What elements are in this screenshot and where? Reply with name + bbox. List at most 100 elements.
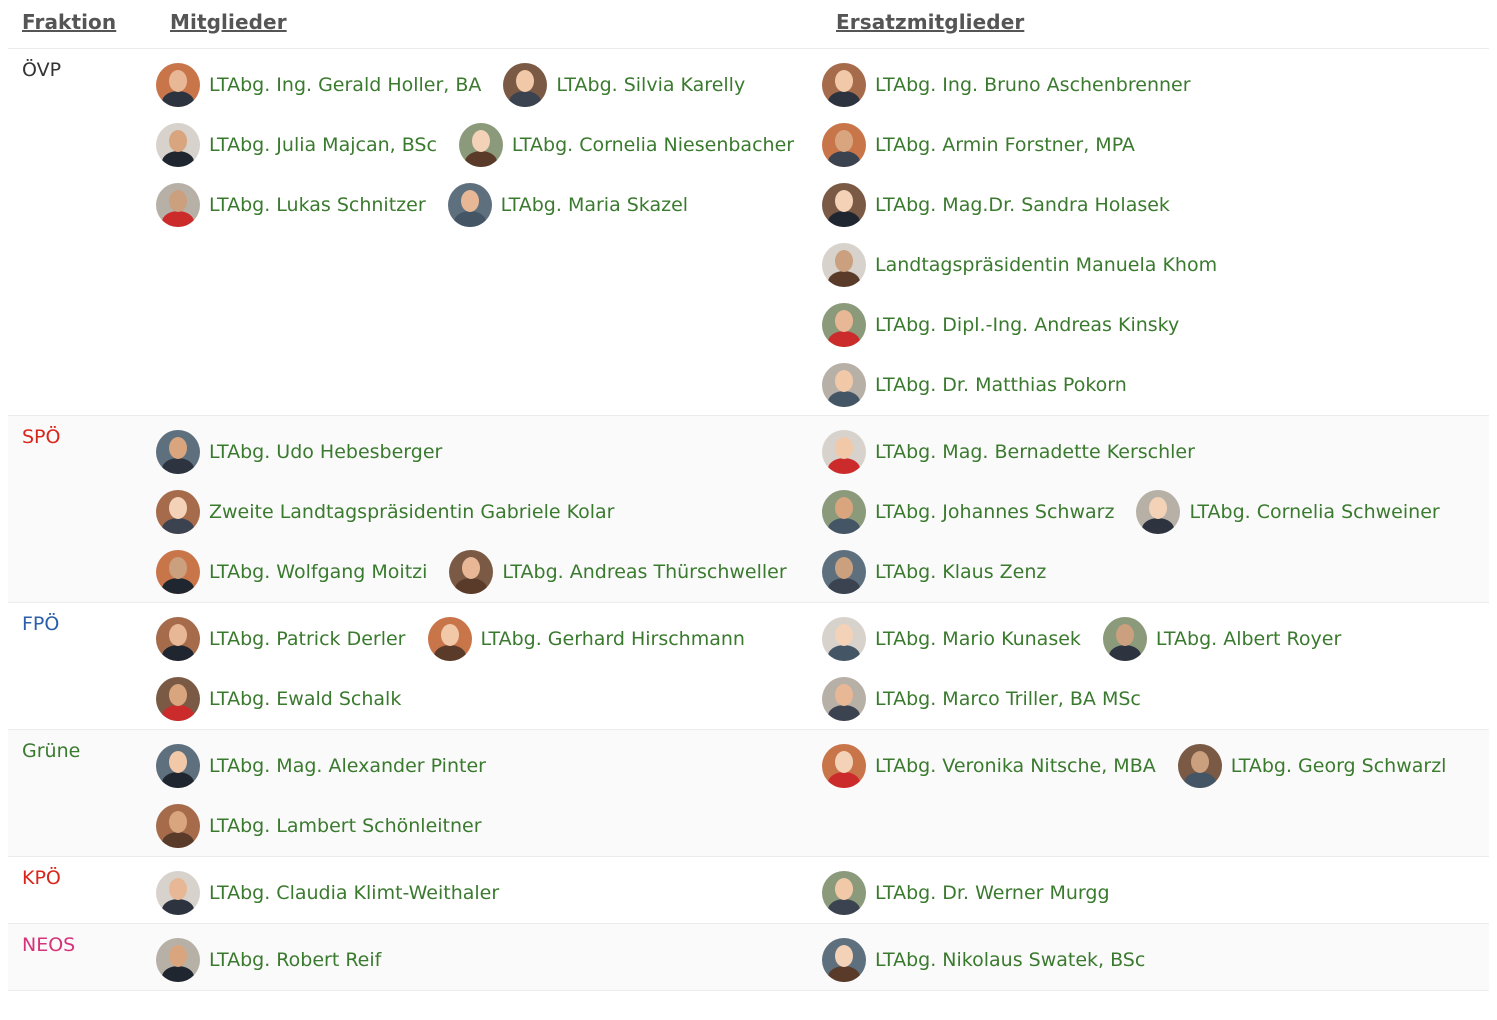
person-name[interactable]: LTAbg. Patrick Derler bbox=[209, 628, 406, 650]
avatar[interactable] bbox=[822, 303, 866, 347]
person-link[interactable]: LTAbg. Mag. Alexander Pinter bbox=[156, 744, 486, 788]
person-link[interactable]: LTAbg. Ing. Bruno Aschenbrenner bbox=[822, 63, 1191, 107]
person-link[interactable]: LTAbg. Mag.Dr. Sandra Holasek bbox=[822, 183, 1170, 227]
person-link[interactable]: LTAbg. Dipl.-Ing. Andreas Kinsky bbox=[822, 303, 1179, 347]
avatar[interactable] bbox=[822, 243, 866, 287]
avatar[interactable] bbox=[156, 430, 200, 474]
avatar[interactable] bbox=[822, 677, 866, 721]
person-link[interactable]: LTAbg. Klaus Zenz bbox=[822, 550, 1046, 594]
avatar[interactable] bbox=[822, 938, 866, 982]
person-name[interactable]: LTAbg. Mag.Dr. Sandra Holasek bbox=[875, 194, 1170, 216]
avatar[interactable] bbox=[822, 550, 866, 594]
person-link[interactable]: LTAbg. Udo Hebesberger bbox=[156, 430, 442, 474]
person-name[interactable]: LTAbg. Lukas Schnitzer bbox=[209, 194, 426, 216]
avatar[interactable] bbox=[449, 550, 494, 594]
person-link[interactable]: LTAbg. Johannes Schwarz bbox=[822, 490, 1114, 534]
avatar[interactable] bbox=[1177, 744, 1222, 788]
avatar[interactable] bbox=[822, 123, 866, 167]
avatar[interactable] bbox=[156, 123, 200, 167]
person-link[interactable]: LTAbg. Andreas Thürschweller bbox=[449, 550, 787, 594]
person-link[interactable]: LTAbg. Albert Royer bbox=[1102, 617, 1341, 661]
avatar[interactable] bbox=[822, 363, 866, 407]
person-link[interactable]: Zweite Landtagspräsidentin Gabriele Kola… bbox=[156, 490, 614, 534]
header-fraktion[interactable]: Fraktion bbox=[8, 0, 170, 48]
avatar[interactable] bbox=[156, 183, 200, 227]
avatar[interactable] bbox=[503, 63, 548, 107]
person-name[interactable]: LTAbg. Dr. Matthias Pokorn bbox=[875, 374, 1127, 396]
avatar[interactable] bbox=[156, 550, 200, 594]
person-name[interactable]: LTAbg. Albert Royer bbox=[1156, 628, 1341, 650]
person-link[interactable]: LTAbg. Dr. Matthias Pokorn bbox=[822, 363, 1127, 407]
avatar[interactable] bbox=[458, 123, 503, 167]
person-link[interactable]: LTAbg. Lukas Schnitzer bbox=[156, 183, 426, 227]
person-name[interactable]: LTAbg. Lambert Schönleitner bbox=[209, 815, 482, 837]
avatar[interactable] bbox=[822, 490, 866, 534]
person-link[interactable]: LTAbg. Patrick Derler bbox=[156, 617, 406, 661]
person-name[interactable]: Landtagspräsidentin Manuela Khom bbox=[875, 254, 1217, 276]
person-link[interactable]: LTAbg. Ing. Gerald Holler, BA bbox=[156, 63, 481, 107]
person-name[interactable]: LTAbg. Mag. Bernadette Kerschler bbox=[875, 441, 1195, 463]
avatar[interactable] bbox=[156, 677, 200, 721]
person-link[interactable]: LTAbg. Cornelia Schweiner bbox=[1136, 490, 1440, 534]
person-link[interactable]: LTAbg. Mag. Bernadette Kerschler bbox=[822, 430, 1195, 474]
person-name[interactable]: LTAbg. Gerhard Hirschmann bbox=[481, 628, 745, 650]
person-name[interactable]: LTAbg. Andreas Thürschweller bbox=[502, 561, 786, 583]
header-ersatzmitglieder[interactable]: Ersatzmitglieder bbox=[836, 0, 1489, 48]
person-name[interactable]: LTAbg. Cornelia Niesenbacher bbox=[512, 134, 794, 156]
person-link[interactable]: LTAbg. Gerhard Hirschmann bbox=[427, 617, 745, 661]
person-link[interactable]: LTAbg. Veronika Nitsche, MBA bbox=[822, 744, 1156, 788]
person-name[interactable]: LTAbg. Mag. Alexander Pinter bbox=[209, 755, 486, 777]
person-link[interactable]: LTAbg. Georg Schwarzl bbox=[1177, 744, 1447, 788]
avatar[interactable] bbox=[822, 63, 866, 107]
avatar[interactable] bbox=[156, 744, 200, 788]
person-name[interactable]: LTAbg. Nikolaus Swatek, BSc bbox=[875, 949, 1145, 971]
person-link[interactable]: LTAbg. Claudia Klimt-Weithaler bbox=[156, 871, 499, 915]
avatar[interactable] bbox=[156, 938, 200, 982]
avatar[interactable] bbox=[427, 617, 472, 661]
avatar[interactable] bbox=[822, 430, 866, 474]
person-name[interactable]: LTAbg. Mario Kunasek bbox=[875, 628, 1081, 650]
person-link[interactable]: LTAbg. Robert Reif bbox=[156, 938, 381, 982]
person-link[interactable]: LTAbg. Armin Forstner, MPA bbox=[822, 123, 1135, 167]
person-link[interactable]: LTAbg. Nikolaus Swatek, BSc bbox=[822, 938, 1145, 982]
person-name[interactable]: LTAbg. Dipl.-Ing. Andreas Kinsky bbox=[875, 314, 1179, 336]
avatar[interactable] bbox=[156, 871, 200, 915]
person-name[interactable]: LTAbg. Claudia Klimt-Weithaler bbox=[209, 882, 499, 904]
avatar[interactable] bbox=[1136, 490, 1181, 534]
person-name[interactable]: LTAbg. Marco Triller, BA MSc bbox=[875, 688, 1141, 710]
person-name[interactable]: LTAbg. Johannes Schwarz bbox=[875, 501, 1114, 523]
header-mitglieder[interactable]: Mitglieder bbox=[170, 0, 836, 48]
person-link[interactable]: LTAbg. Silvia Karelly bbox=[503, 63, 745, 107]
person-name[interactable]: LTAbg. Udo Hebesberger bbox=[209, 441, 442, 463]
person-link[interactable]: LTAbg. Marco Triller, BA MSc bbox=[822, 677, 1141, 721]
person-name[interactable]: LTAbg. Wolfgang Moitzi bbox=[209, 561, 427, 583]
avatar[interactable] bbox=[822, 183, 866, 227]
person-name[interactable]: LTAbg. Maria Skazel bbox=[501, 194, 688, 216]
person-link[interactable]: LTAbg. Julia Majcan, BSc bbox=[156, 123, 437, 167]
person-name[interactable]: LTAbg. Dr. Werner Murgg bbox=[875, 882, 1110, 904]
person-name[interactable]: LTAbg. Armin Forstner, MPA bbox=[875, 134, 1135, 156]
person-name[interactable]: LTAbg. Ing. Bruno Aschenbrenner bbox=[875, 74, 1191, 96]
avatar[interactable] bbox=[156, 63, 200, 107]
person-link[interactable]: LTAbg. Wolfgang Moitzi bbox=[156, 550, 427, 594]
person-name[interactable]: LTAbg. Ewald Schalk bbox=[209, 688, 401, 710]
avatar[interactable] bbox=[156, 490, 200, 534]
avatar[interactable] bbox=[156, 617, 200, 661]
avatar[interactable] bbox=[822, 744, 866, 788]
person-name[interactable]: LTAbg. Ing. Gerald Holler, BA bbox=[209, 74, 481, 96]
person-link[interactable]: LTAbg. Maria Skazel bbox=[447, 183, 688, 227]
person-link[interactable]: LTAbg. Lambert Schönleitner bbox=[156, 804, 482, 848]
avatar[interactable] bbox=[822, 871, 866, 915]
avatar[interactable] bbox=[447, 183, 492, 227]
person-name[interactable]: LTAbg. Georg Schwarzl bbox=[1231, 755, 1447, 777]
avatar[interactable] bbox=[156, 804, 200, 848]
person-link[interactable]: LTAbg. Cornelia Niesenbacher bbox=[458, 123, 794, 167]
person-name[interactable]: Zweite Landtagspräsidentin Gabriele Kola… bbox=[209, 501, 614, 523]
person-name[interactable]: LTAbg. Klaus Zenz bbox=[875, 561, 1046, 583]
person-link[interactable]: LTAbg. Ewald Schalk bbox=[156, 677, 401, 721]
person-name[interactable]: LTAbg. Julia Majcan, BSc bbox=[209, 134, 437, 156]
person-name[interactable]: LTAbg. Cornelia Schweiner bbox=[1189, 501, 1439, 523]
person-name[interactable]: LTAbg. Veronika Nitsche, MBA bbox=[875, 755, 1156, 777]
avatar[interactable] bbox=[822, 617, 866, 661]
avatar[interactable] bbox=[1102, 617, 1147, 661]
